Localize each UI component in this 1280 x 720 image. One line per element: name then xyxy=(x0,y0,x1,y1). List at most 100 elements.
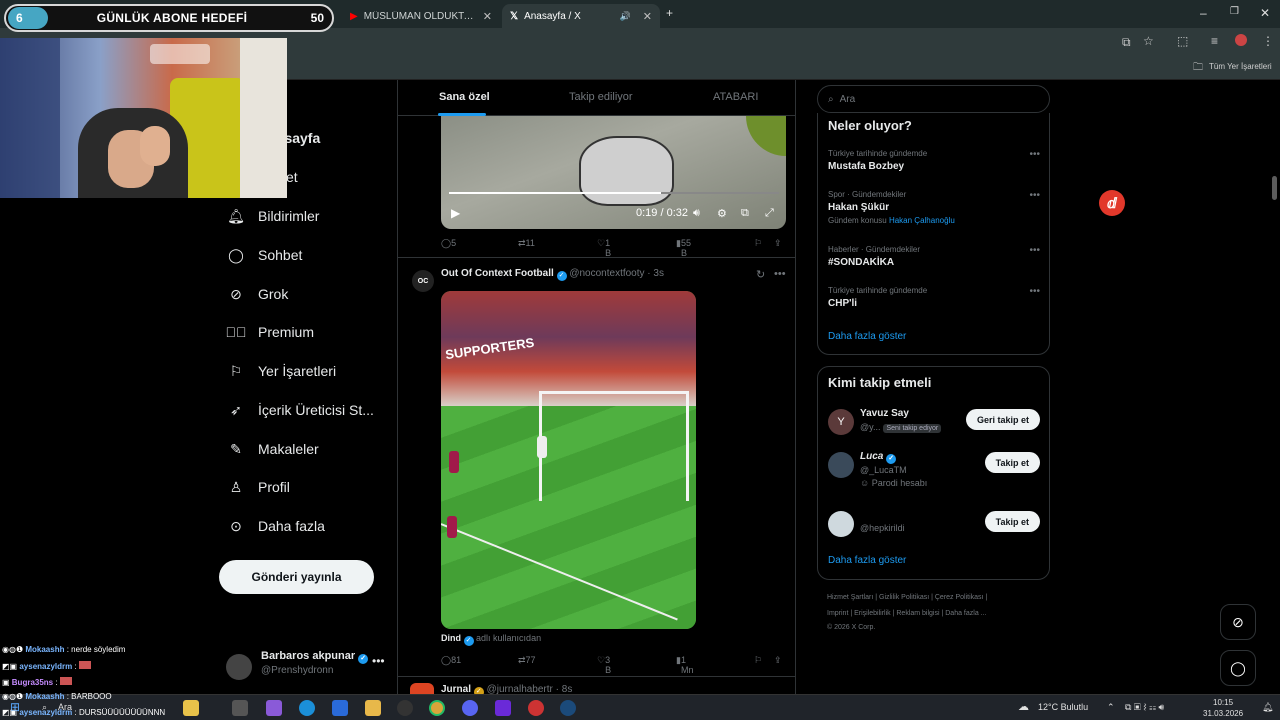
like-button[interactable]: ♡ 1 B xyxy=(597,238,611,258)
reply-button[interactable]: ◯ 5 xyxy=(441,238,456,249)
avatar[interactable] xyxy=(410,683,434,694)
follow-back-button[interactable]: Geri takip et xyxy=(965,409,1040,430)
tab-x-home[interactable]: 𝕏 Anasayfa / X 🔊 ✕ xyxy=(502,4,660,28)
close-window-icon[interactable]: ✕ xyxy=(1260,6,1270,20)
author-handle[interactable]: @jurnalhabertr · 8s xyxy=(487,684,573,694)
profile-avatar-icon[interactable] xyxy=(1235,34,1247,46)
file-explorer-icon[interactable] xyxy=(365,700,381,716)
notifications-icon[interactable]: 🔔︎ xyxy=(1262,702,1273,713)
like-button[interactable]: ♡ 3 B xyxy=(597,655,611,675)
tray-chevron-icon[interactable]: ⌃ xyxy=(1107,702,1115,713)
show-more-follows[interactable]: Daha fazla göster xyxy=(828,555,906,566)
more-dots-icon[interactable]: ••• xyxy=(1029,149,1040,160)
nav-more[interactable]: ⊙ Daha fazla xyxy=(228,518,325,535)
tab-for-you[interactable]: Sana özel xyxy=(439,91,490,103)
close-tab-icon[interactable]: ✕ xyxy=(643,10,652,23)
nav-chat[interactable]: ◯ Sohbet xyxy=(228,247,302,264)
fullscreen-icon[interactable]: ⤢ xyxy=(765,207,774,220)
weather-text[interactable]: 12°C Bulutlu xyxy=(1038,702,1088,712)
widgets-icon[interactable] xyxy=(183,700,199,716)
share-icon[interactable]: ⇪ xyxy=(774,655,782,666)
close-tab-icon[interactable]: ✕ xyxy=(483,10,492,23)
more-dots-icon[interactable]: ••• xyxy=(1029,190,1040,201)
nav-grok[interactable]: ⊘ Grok xyxy=(228,286,288,303)
tab-atabari[interactable]: ATABARI xyxy=(713,91,758,103)
system-clock[interactable]: 10:15 31.03.2026 xyxy=(1203,697,1243,719)
minimize-icon[interactable]: – xyxy=(1200,6,1207,20)
task-view-icon[interactable] xyxy=(232,700,248,716)
trend-item[interactable]: Türkiye tarihinde gündemde CHP'li ••• xyxy=(828,286,1040,309)
nav-creator-studio[interactable]: ➶ İçerik Üreticisi St... xyxy=(228,402,374,419)
nzxt-icon[interactable] xyxy=(495,700,511,716)
follow-suggestion[interactable]: @hepkirildi Takip et xyxy=(828,509,1040,549)
copilot-icon[interactable] xyxy=(266,700,282,716)
views-count[interactable]: ▮ 55 B xyxy=(676,238,691,258)
more-dots-icon[interactable]: ••• xyxy=(774,268,786,280)
bookmark-icon[interactable]: ⚐ xyxy=(754,655,762,666)
reading-list-icon[interactable]: ≡ xyxy=(1211,34,1218,48)
xbox-icon[interactable] xyxy=(397,700,413,716)
footer-links[interactable]: Hizmet Şartları | Gizlilik Politikası | … xyxy=(827,594,987,601)
main-feed[interactable]: Sana özel Takip ediliyor ATABARI ▶ 0:19 … xyxy=(397,80,796,694)
grok-fab-button[interactable]: ⊘ xyxy=(1220,604,1256,640)
reply-button[interactable]: ◯ 81 xyxy=(441,655,461,666)
play-icon[interactable]: ▶ xyxy=(451,206,460,220)
nav-bookmarks[interactable]: ⚐ Yer İşaretleri xyxy=(228,363,336,380)
pip-icon[interactable]: ⧉ xyxy=(741,207,749,220)
follow-suggestion[interactable]: Y Yavuz Say @y... Seni takip ediyor Geri … xyxy=(828,407,1040,447)
follow-button[interactable]: Takip et xyxy=(984,511,1040,532)
chrome-icon[interactable] xyxy=(429,700,445,716)
messages-fab-button[interactable]: ◯ xyxy=(1220,650,1256,686)
tab-following[interactable]: Takip ediliyor xyxy=(569,91,633,103)
more-dots-icon[interactable]: ••• xyxy=(1029,286,1040,297)
nav-premium[interactable]: ✓⃝ Premium xyxy=(226,324,315,340)
bookmark-icon[interactable]: ⚐ xyxy=(754,238,762,249)
audio-icon[interactable]: 🔊 xyxy=(620,11,631,22)
post-button[interactable]: Gönderi yayınla xyxy=(219,560,374,594)
nav-articles[interactable]: ✎ Makaleler xyxy=(228,441,319,458)
star-icon[interactable]: ☆ xyxy=(1143,34,1154,48)
nav-profile[interactable]: ♙ Profil xyxy=(228,479,290,496)
repost-button[interactable]: ⇄ 77 xyxy=(518,655,536,666)
new-tab-icon[interactable]: + xyxy=(666,6,673,20)
obs-icon[interactable] xyxy=(528,700,544,716)
steam-icon[interactable] xyxy=(560,700,576,716)
search-input[interactable]: ⌕ Ara xyxy=(817,85,1050,113)
more-dots-icon[interactable]: ••• xyxy=(1029,245,1040,256)
tray-icons[interactable]: ⧉ ▣ ⌇ ☷ 🔊︎ xyxy=(1125,702,1164,713)
folder-icon: 🗀 xyxy=(1193,62,1203,73)
share-icon[interactable]: ⇪ xyxy=(774,238,782,249)
settings-gear-icon[interactable]: ⚙ xyxy=(717,207,727,220)
author-name[interactable]: Out Of Context Football xyxy=(441,268,554,279)
cast-icon[interactable]: ⧉ xyxy=(1122,35,1131,50)
scrollbar[interactable] xyxy=(1272,176,1277,200)
more-dots-icon[interactable]: ••• xyxy=(372,654,385,668)
show-more-trends[interactable]: Daha fazla göster xyxy=(828,331,906,342)
all-bookmarks-label[interactable]: Tüm Yer İşaretleri xyxy=(1209,62,1272,71)
restore-icon[interactable]: ❐ xyxy=(1230,6,1239,17)
trend-item[interactable]: Spor · Gündemdekiler Hakan Şükür Gündem … xyxy=(828,190,1040,225)
grok-icon[interactable]: ↻ xyxy=(756,268,765,281)
post-video[interactable]: SUPPORTERS xyxy=(441,291,696,629)
video-player[interactable]: ▶ 0:19 / 0:32 🔊︎ ⚙ ⧉ ⤢ xyxy=(441,116,786,229)
nav-notifications[interactable]: 🔔︎ Bildirimler xyxy=(227,208,319,225)
account-switcher[interactable]: Barbaros akpunar ✓ @Prenshydronn ••• xyxy=(226,648,386,682)
footer-links[interactable]: Imprint | Erişilebilirlik | Reklam bilgi… xyxy=(827,610,987,617)
trend-item[interactable]: Haberler · Gündemdekiler #SONDAKİKA ••• xyxy=(828,245,1040,268)
avatar[interactable]: OC xyxy=(412,270,434,292)
extensions-icon[interactable]: ⬚ xyxy=(1177,34,1188,48)
repost-button[interactable]: ⇄ 11 xyxy=(518,238,535,249)
follow-button[interactable]: Takip et xyxy=(984,452,1040,473)
trend-item[interactable]: Türkiye tarihinde gündemde Mustafa Bozbe… xyxy=(828,149,1040,172)
video-progress-fill xyxy=(449,192,661,194)
discord-icon[interactable] xyxy=(462,700,478,716)
views-count[interactable]: ▮ 1 Mn xyxy=(676,655,693,675)
author-handle[interactable]: @nocontextfooty · 3s xyxy=(569,268,664,279)
menu-icon[interactable]: ⋮ xyxy=(1262,34,1274,48)
follow-suggestion[interactable]: Luca ✓ @_LucaTM ☺ Parodi hesabı Takip et xyxy=(828,450,1040,490)
volume-icon[interactable]: 🔊︎ xyxy=(693,207,700,220)
edge-icon[interactable] xyxy=(299,700,315,716)
author-name[interactable]: Jurnal xyxy=(441,684,471,694)
tab-youtube[interactable]: ▶ MÜSLÜMAN OLDUKTAN SONR ✕ xyxy=(342,4,500,28)
mail-icon[interactable] xyxy=(332,700,348,716)
